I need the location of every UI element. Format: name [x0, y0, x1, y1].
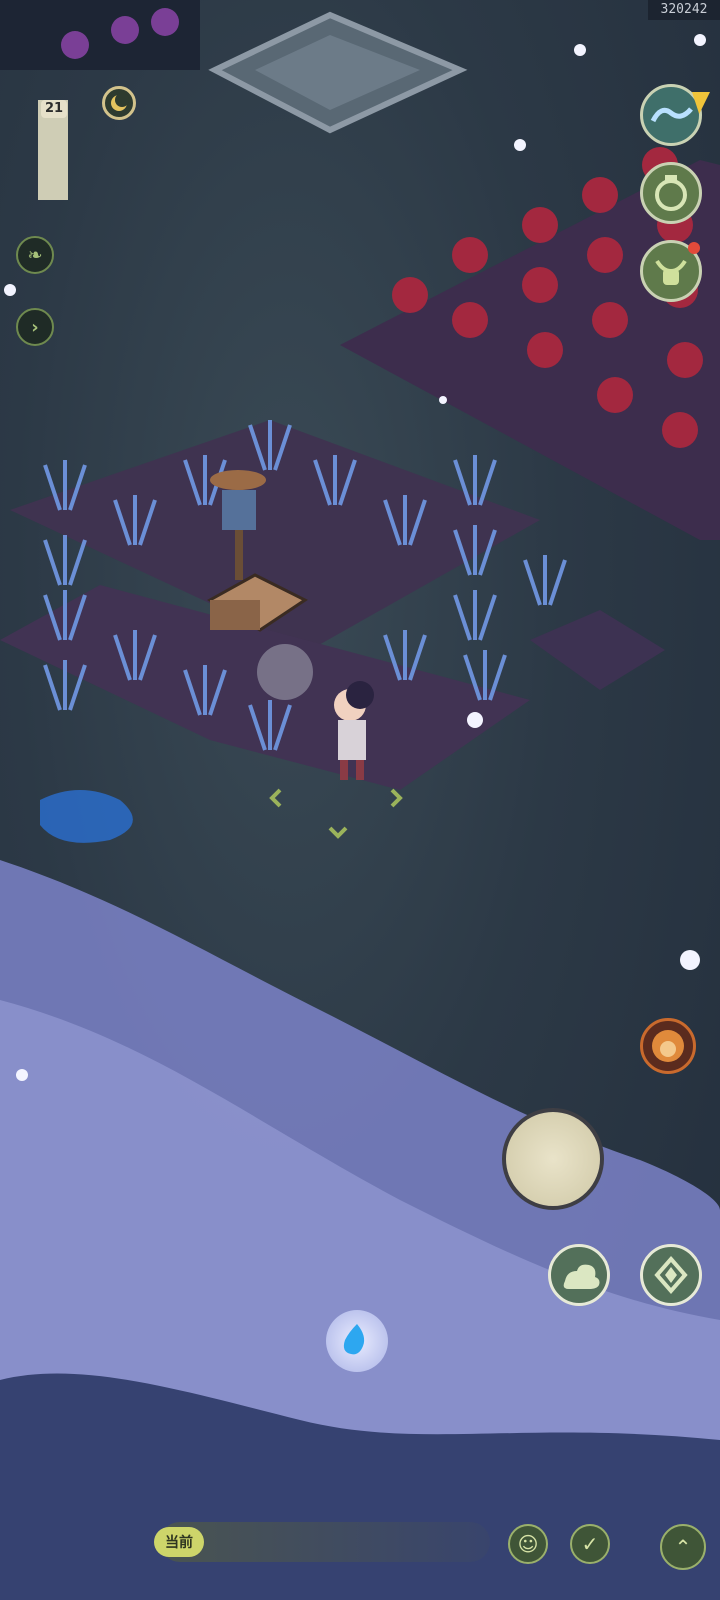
day-night-button[interactable] — [102, 86, 136, 120]
companion-button[interactable] — [640, 1018, 696, 1074]
smile-icon: ☺ — [517, 1532, 539, 1556]
day-counter[interactable]: 21 — [41, 100, 67, 118]
quick-action-button[interactable]: ✓ — [570, 1524, 610, 1564]
player-id-label: 320242 — [648, 0, 720, 20]
expand-bottom-button[interactable]: ⌃ — [660, 1524, 706, 1570]
day-counter-value: 21 — [44, 101, 64, 116]
notification-badge — [688, 242, 700, 254]
chat-bar[interactable] — [160, 1522, 490, 1562]
expand-left-panel-button[interactable]: › — [16, 308, 54, 346]
diamond-skill-button[interactable] — [640, 1244, 702, 1306]
wave-icon — [650, 107, 693, 123]
lion-head-icon — [652, 1030, 684, 1062]
main-action-button[interactable] — [502, 1108, 604, 1210]
chat-channel-chip[interactable]: 当前 — [154, 1527, 204, 1557]
pot-icon — [655, 175, 687, 211]
leaf-icon: ❧ — [27, 244, 43, 266]
crescent-icon — [111, 93, 129, 111]
pot-menu-button[interactable] — [640, 162, 702, 224]
cloud-icon — [563, 1264, 600, 1289]
spirit-flame-button[interactable] — [326, 1310, 388, 1372]
sparkle-check-icon: ✓ — [581, 1532, 599, 1556]
emoji-button[interactable]: ☺ — [508, 1524, 548, 1564]
chevron-right-icon: › — [31, 316, 39, 338]
leaf-menu-button[interactable]: ❧ — [16, 236, 54, 274]
diamond-compass-icon — [654, 1255, 688, 1295]
cloud-skill-button[interactable] — [548, 1244, 610, 1306]
spirit-flame-icon — [343, 1324, 365, 1355]
chevron-up-icon: ⌃ — [674, 1535, 692, 1559]
